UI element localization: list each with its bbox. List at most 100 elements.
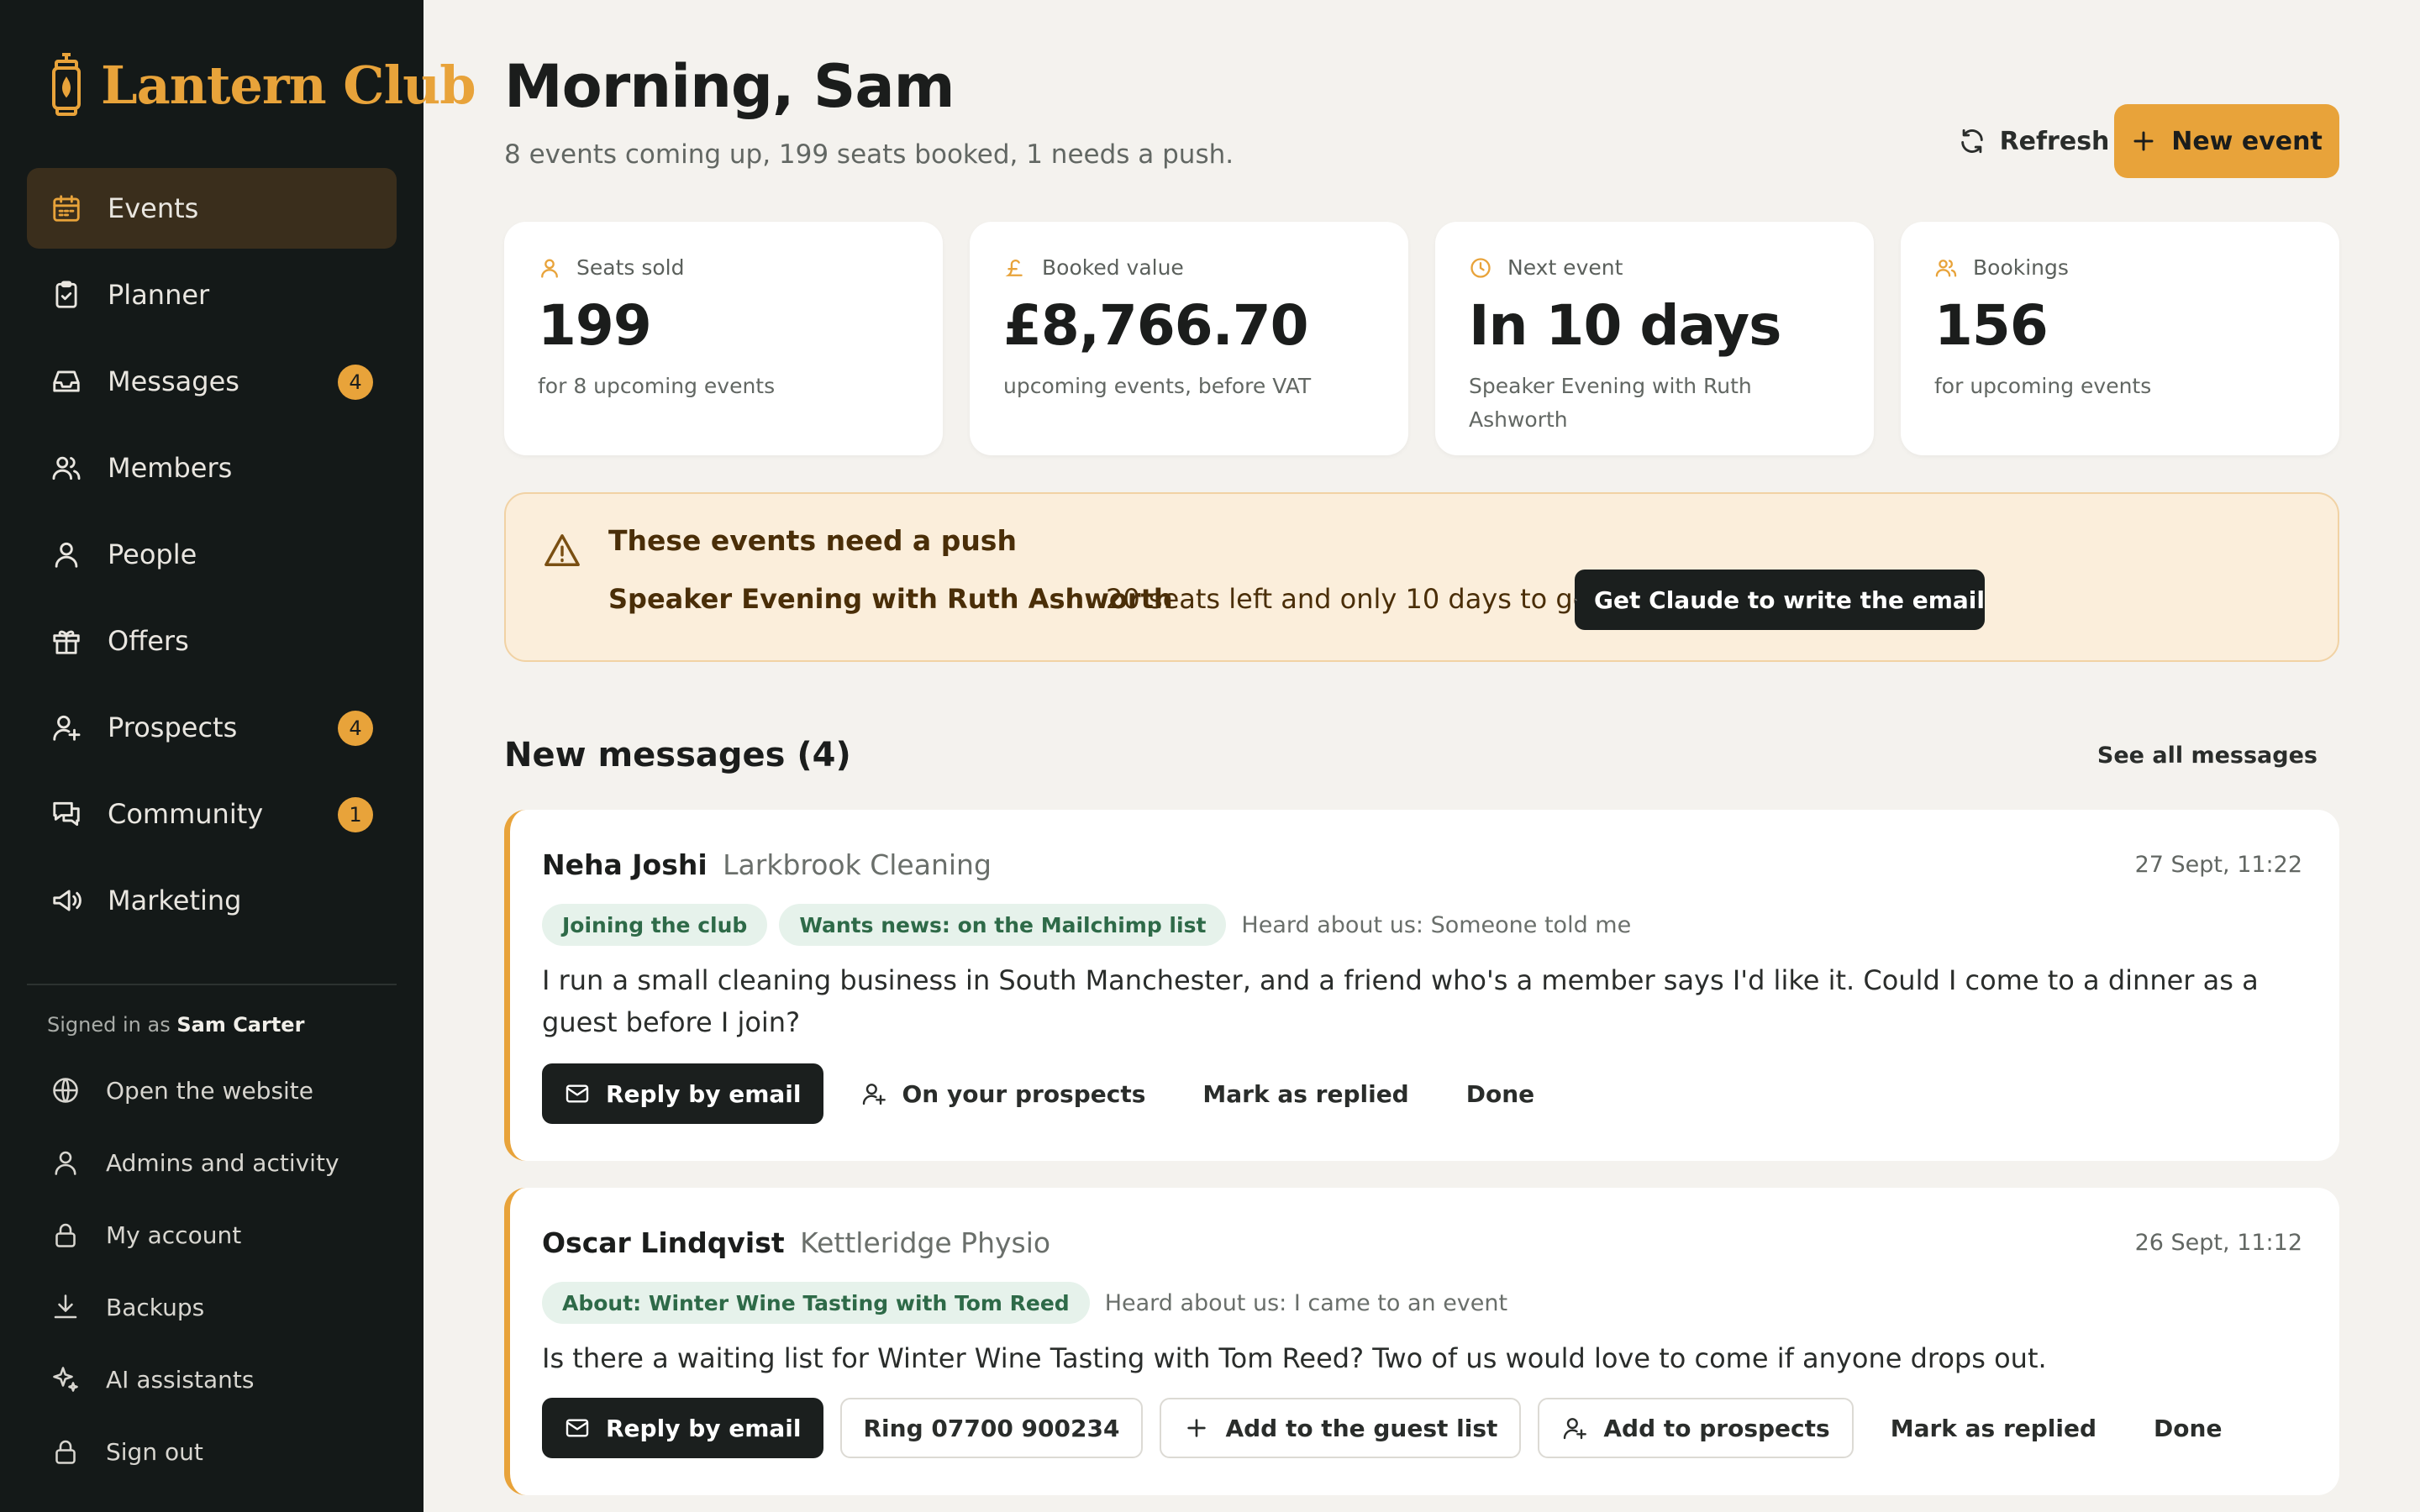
user-icon: [55, 542, 78, 568]
stat-label: Bookings: [1973, 255, 2069, 280]
ai-assistants-link[interactable]: AI assistants: [27, 1343, 397, 1415]
count-badge: 4: [338, 711, 373, 746]
plus-icon: [1187, 1419, 1207, 1437]
page-title: Morning, Sam: [504, 52, 955, 121]
mark-as-replied-button[interactable]: Mark as replied: [1870, 1398, 2117, 1458]
lock-icon: [55, 1440, 76, 1464]
stat-value: £8,766.70: [1003, 293, 1309, 358]
reply-by-email-button[interactable]: Reply by email: [542, 1063, 823, 1124]
clock-icon: [1470, 257, 1491, 278]
message-card: Neha Joshi Larkbrook Cleaning 27 Sept, 1…: [504, 810, 2339, 1161]
nav-item-prospects[interactable]: Prospects 4: [27, 687, 397, 768]
button-label: Done: [1465, 1079, 1535, 1108]
link-label: AI assistants: [106, 1365, 255, 1394]
link-label: Open the website: [106, 1076, 314, 1105]
reply-by-email-button[interactable]: Reply by email: [542, 1398, 823, 1458]
link-label: Sign out: [106, 1437, 203, 1466]
nav-item-members[interactable]: Members: [27, 428, 397, 508]
add-to-prospects-button[interactable]: Add to prospects: [1538, 1398, 1854, 1458]
lantern-icon: [52, 53, 81, 116]
message-sender: Neha Joshi Larkbrook Cleaning: [542, 848, 992, 881]
nav-label: Messages: [108, 365, 239, 397]
ring-phone-button[interactable]: Ring 07700 900234: [839, 1398, 1144, 1458]
button-label: Add to prospects: [1603, 1414, 1830, 1442]
refresh-label: Refresh: [1999, 126, 2110, 156]
write-email-label: Get Claude to write the email: [1594, 585, 1985, 614]
nav-item-messages[interactable]: Messages 4: [27, 341, 397, 422]
stat-label: Next event: [1507, 255, 1623, 280]
user-icon: [541, 259, 558, 278]
warning-icon: [544, 534, 580, 566]
mark-as-replied-button[interactable]: Mark as replied: [1182, 1063, 1428, 1124]
app-logo[interactable]: Lantern Club: [49, 49, 476, 121]
nav-item-people[interactable]: People: [27, 514, 397, 595]
write-email-button[interactable]: Get Claude to write the email: [1575, 570, 1985, 630]
users-icon: [52, 456, 81, 480]
refresh-button[interactable]: Refresh: [1933, 104, 2134, 178]
button-label: Mark as replied: [1202, 1079, 1409, 1108]
sign-out-link[interactable]: Sign out: [27, 1415, 397, 1488]
stat-card-next-event: Next event In 10 days Speaker Evening wi…: [1435, 222, 1874, 455]
link-label: Backups: [106, 1293, 205, 1321]
alert-event-name[interactable]: Speaker Evening with Ruth Ashworth: [608, 583, 1173, 615]
sender-company: Kettleridge Physio: [800, 1226, 1051, 1259]
stat-value: In 10 days: [1469, 293, 1781, 358]
new-event-button[interactable]: New event: [2114, 104, 2339, 178]
button-label: Add to the guest list: [1225, 1414, 1498, 1442]
account-links: Open the website Admins and activity My …: [27, 1054, 397, 1488]
calendar-icon: [53, 195, 80, 222]
messages-section-title: New messages (4): [504, 736, 851, 774]
message-date: 26 Sept, 11:12: [2134, 1230, 2302, 1256]
my-account-link[interactable]: My account: [27, 1199, 397, 1271]
pound-icon: [1005, 259, 1023, 276]
admins-activity-link[interactable]: Admins and activity: [27, 1126, 397, 1199]
button-label: Done: [2154, 1414, 2223, 1442]
signed-in-info: Signed in as Sam Carter: [47, 1013, 304, 1037]
app-name: Lantern Club: [101, 54, 476, 116]
signed-in-user: Sam Carter: [176, 1013, 305, 1037]
stat-note: for upcoming events: [1934, 374, 2152, 398]
button-label: Reply by email: [606, 1414, 802, 1442]
add-to-guest-list-button[interactable]: Add to the guest list: [1160, 1398, 1522, 1458]
on-prospects-button[interactable]: On your prospects: [840, 1063, 1166, 1124]
stats-row: Seats sold 199 for 8 upcoming events Boo…: [504, 222, 2339, 455]
done-button[interactable]: Done: [2133, 1398, 2242, 1458]
nav-label: Events: [108, 192, 199, 224]
nav-item-marketing[interactable]: Marketing: [27, 860, 397, 941]
unread-badge: 4: [338, 365, 373, 400]
sparkle-icon: [1575, 598, 1577, 601]
signed-in-prefix: Signed in as: [47, 1013, 171, 1037]
message-body: Is there a waiting list for Winter Wine …: [542, 1342, 2047, 1374]
link-label: Admins and activity: [106, 1148, 339, 1177]
nav-item-offers[interactable]: Offers: [27, 601, 397, 681]
sidebar-divider: [27, 984, 397, 985]
sparkle-icon: [53, 1367, 78, 1392]
backups-link[interactable]: Backups: [27, 1271, 397, 1343]
gift-icon: [53, 630, 80, 654]
message-card: Oscar Lindqvist Kettleridge Physio 26 Se…: [504, 1188, 2339, 1495]
stat-note: upcoming events, before VAT: [1003, 374, 1312, 398]
stat-label: Booked value: [1042, 255, 1184, 280]
user-plus-icon: [53, 715, 81, 741]
megaphone-icon: [53, 890, 82, 911]
main-content: Morning, Sam 8 events coming up, 199 sea…: [504, 0, 2339, 1512]
globe-icon: [53, 1078, 78, 1103]
sender-company: Larkbrook Cleaning: [723, 848, 992, 881]
new-event-label: New event: [2171, 126, 2323, 156]
alert-title: These events need a push: [608, 524, 1017, 557]
nav-item-community[interactable]: Community 1: [27, 774, 397, 854]
open-website-link[interactable]: Open the website: [27, 1054, 397, 1126]
see-all-messages-link[interactable]: See all messages: [2097, 743, 2317, 769]
main-nav: Events Planner Messages 4 Members People…: [27, 168, 397, 947]
nav-item-events[interactable]: Events: [27, 168, 397, 249]
clipboard-icon: [55, 281, 77, 308]
lock-icon: [55, 1223, 76, 1247]
refresh-icon: [1960, 129, 1983, 154]
done-button[interactable]: Done: [1446, 1063, 1555, 1124]
nav-item-planner[interactable]: Planner: [27, 255, 397, 335]
message-actions: Reply by email On your prospects Mark as…: [542, 1063, 1555, 1124]
nav-label: Marketing: [108, 885, 242, 916]
alert-event-detail: 20 seats left and only 10 days to go.: [1106, 583, 1597, 615]
user-plus-icon: [1564, 1418, 1587, 1440]
message-tag: About: Winter Wine Tasting with Tom Reed: [542, 1282, 1090, 1324]
